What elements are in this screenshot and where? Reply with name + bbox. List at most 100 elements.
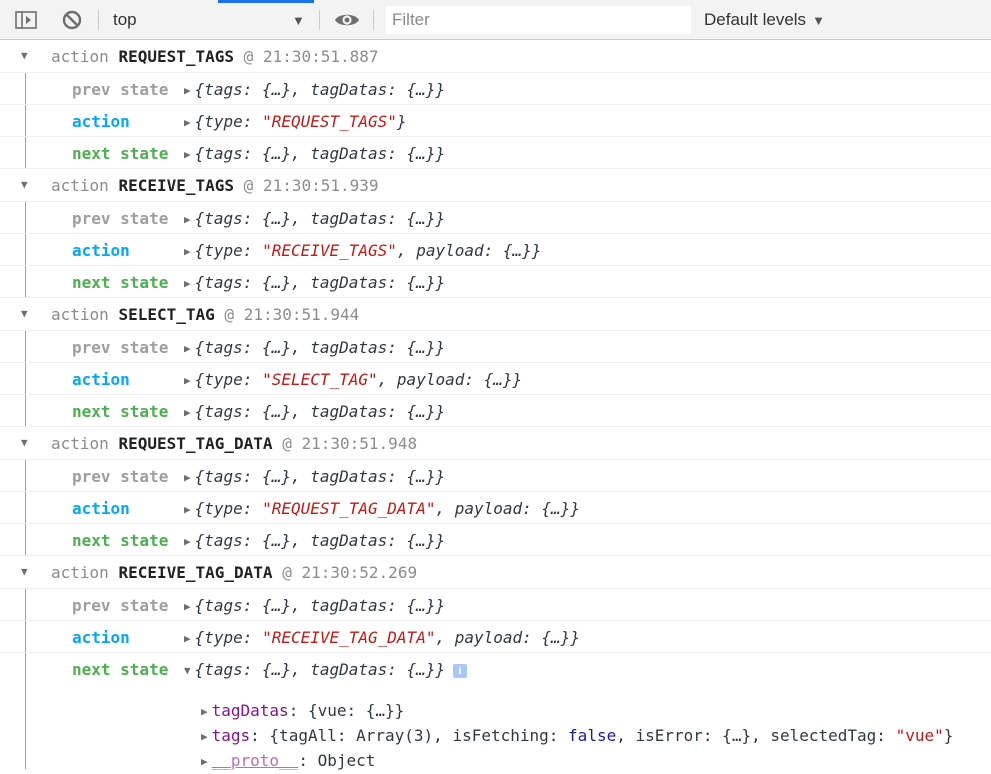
action-type-name: SELECT_TAG xyxy=(118,305,215,324)
prev-state-object[interactable]: ▶ {tags: {…}, tagDatas: {…}} xyxy=(184,596,445,615)
clear-console-button[interactable] xyxy=(61,0,83,40)
action-object[interactable]: ▶ {type: "RECEIVE_TAG_DATA", payload: {…}… xyxy=(184,628,580,647)
next-state-object[interactable]: ▶ {tags: {…}, tagDatas: {…}} xyxy=(184,402,445,421)
next-state-row: next state ▶ {tags: {…}, tagDatas: {…}} xyxy=(0,395,991,427)
action-timestamp: 21:30:51.939 xyxy=(262,176,379,195)
collapse-triangle-icon[interactable]: ▼ xyxy=(21,178,28,191)
collapse-triangle-icon[interactable]: ▼ xyxy=(21,436,28,449)
chevron-down-icon: ▼ xyxy=(812,12,825,28)
next-state-row: next state ▼ {tags: {…}, tagDatas: {…}} i xyxy=(0,653,991,685)
prev-state-label: prev state xyxy=(72,467,169,486)
group-title: action REQUEST_TAGS @ 21:30:51.887 xyxy=(51,47,379,66)
toolbar-divider xyxy=(319,10,320,30)
action-label: action xyxy=(72,499,130,518)
expand-triangle-icon: ▶ xyxy=(184,374,191,387)
action-row: action ▶ {type: "RECEIVE_TAGS", payload: … xyxy=(0,234,991,266)
prev-state-row: prev state ▶ {tags: {…}, tagDatas: {…}} xyxy=(0,202,991,234)
prev-state-object[interactable]: ▶ {tags: {…}, tagDatas: {…}} xyxy=(184,80,445,99)
collapse-triangle-icon[interactable]: ▼ xyxy=(21,307,28,320)
sidebar-toggle-button[interactable] xyxy=(14,0,38,40)
context-selector[interactable]: top xyxy=(113,0,137,40)
prev-state-row: prev state ▶ {tags: {…}, tagDatas: {…}} xyxy=(0,589,991,621)
next-state-label: next state xyxy=(72,531,169,550)
expand-triangle-icon: ▶ xyxy=(184,503,191,516)
log-group-header[interactable]: ▼ action REQUEST_TAG_DATA @ 21:30:51.948 xyxy=(0,427,991,460)
info-icon[interactable]: i xyxy=(453,663,468,678)
expand-triangle-icon: ▶ xyxy=(184,277,191,290)
expand-triangle-icon: ▶ xyxy=(201,730,208,743)
log-group-body: prev state ▶ {tags: {…}, tagDatas: {…}} a… xyxy=(0,331,991,427)
action-timestamp: 21:30:51.948 xyxy=(301,434,418,453)
property-tagdatas[interactable]: ▶ tagDatas: {vue: {…}} xyxy=(201,701,404,724)
prev-state-object[interactable]: ▶ {tags: {…}, tagDatas: {…}} xyxy=(184,338,445,357)
next-state-row: next state ▶ {tags: {…}, tagDatas: {…}} xyxy=(0,137,991,169)
log-group-header[interactable]: ▼ action RECEIVE_TAGS @ 21:30:51.939 xyxy=(0,169,991,202)
action-type-name: RECEIVE_TAGS xyxy=(118,176,235,195)
log-group: ▼ action RECEIVE_TAG_DATA @ 21:30:52.269… xyxy=(0,556,991,770)
log-group-body: prev state ▶ {tags: {…}, tagDatas: {…}} a… xyxy=(0,202,991,298)
log-group-body: prev state ▶ {tags: {…}, tagDatas: {…}} a… xyxy=(0,460,991,556)
group-title: action RECEIVE_TAGS @ 21:30:51.939 xyxy=(51,176,379,195)
log-levels-dropdown[interactable]: Default levels ▼ xyxy=(704,0,825,40)
expand-triangle-icon: ▶ xyxy=(184,84,191,97)
log-group-header[interactable]: ▼ action REQUEST_TAGS @ 21:30:51.887 xyxy=(0,40,991,73)
log-group-header[interactable]: ▼ action SELECT_TAG @ 21:30:51.944 xyxy=(0,298,991,331)
prev-state-label: prev state xyxy=(72,80,169,99)
action-row: action ▶ {type: "SELECT_TAG", payload: {…… xyxy=(0,363,991,395)
action-object[interactable]: ▶ {type: "SELECT_TAG", payload: {…}} xyxy=(184,370,522,389)
filter-input[interactable] xyxy=(386,6,691,34)
action-timestamp: 21:30:51.887 xyxy=(262,47,379,66)
log-group-body: prev state ▶ {tags: {…}, tagDatas: {…}} a… xyxy=(0,73,991,169)
live-expression-button[interactable] xyxy=(334,0,360,40)
action-label: action xyxy=(72,241,130,260)
action-object[interactable]: ▶ {type: "REQUEST_TAG_DATA", payload: {…}… xyxy=(184,499,580,518)
prev-state-row: prev state ▶ {tags: {…}, tagDatas: {…}} xyxy=(0,73,991,105)
group-title: action REQUEST_TAG_DATA @ 21:30:51.948 xyxy=(51,434,418,453)
context-dropdown-arrow[interactable]: ▼ xyxy=(292,0,305,40)
next-state-object[interactable]: ▶ {tags: {…}, tagDatas: {…}} xyxy=(184,531,445,550)
action-label: action xyxy=(72,370,130,389)
prev-state-object[interactable]: ▶ {tags: {…}, tagDatas: {…}} xyxy=(184,467,445,486)
sidebar-toggle-icon xyxy=(15,11,37,29)
property-tags[interactable]: ▶ tags: {tagAll: Array(3), isFetching: fa… xyxy=(201,726,953,749)
log-group: ▼ action REQUEST_TAGS @ 21:30:51.887 pre… xyxy=(0,40,991,169)
action-label: action xyxy=(72,112,130,131)
toolbar-divider xyxy=(98,10,99,30)
expand-triangle-icon: ▶ xyxy=(184,213,191,226)
prev-state-label: prev state xyxy=(72,596,169,615)
next-state-label: next state xyxy=(72,660,169,679)
prev-state-label: prev state xyxy=(72,338,169,357)
prev-state-label: prev state xyxy=(72,209,169,228)
collapse-triangle-icon[interactable]: ▼ xyxy=(21,565,28,578)
group-title: action SELECT_TAG @ 21:30:51.944 xyxy=(51,305,360,324)
expand-triangle-icon: ▶ xyxy=(184,148,191,161)
next-state-object[interactable]: ▶ {tags: {…}, tagDatas: {…}} xyxy=(184,273,445,292)
clear-console-icon xyxy=(62,10,82,30)
collapse-triangle-icon[interactable]: ▼ xyxy=(21,49,28,62)
expand-triangle-icon: ▶ xyxy=(201,755,208,768)
action-row: action ▶ {type: "REQUEST_TAGS"} xyxy=(0,105,991,137)
log-group-header[interactable]: ▼ action RECEIVE_TAG_DATA @ 21:30:52.269 xyxy=(0,556,991,589)
next-state-label: next state xyxy=(72,273,169,292)
collapse-triangle-icon: ▼ xyxy=(184,664,191,677)
action-type-name: REQUEST_TAG_DATA xyxy=(118,434,273,453)
property-proto[interactable]: ▶ __proto__: Object xyxy=(201,751,375,774)
toolbar-divider xyxy=(373,10,374,30)
next-state-object[interactable]: ▶ {tags: {…}, tagDatas: {…}} xyxy=(184,144,445,163)
console-toolbar: top ▼ Default levels ▼ xyxy=(0,0,991,40)
action-object[interactable]: ▶ {type: "REQUEST_TAGS"} xyxy=(184,112,407,131)
expand-triangle-icon: ▶ xyxy=(184,632,191,645)
next-state-object[interactable]: ▼ {tags: {…}, tagDatas: {…}} i xyxy=(184,660,468,679)
context-selector-label: top xyxy=(113,10,137,29)
next-state-label: next state xyxy=(72,144,169,163)
log-group: ▼ action RECEIVE_TAGS @ 21:30:51.939 pre… xyxy=(0,169,991,298)
prev-state-row: prev state ▶ {tags: {…}, tagDatas: {…}} xyxy=(0,331,991,363)
prev-state-object[interactable]: ▶ {tags: {…}, tagDatas: {…}} xyxy=(184,209,445,228)
console-messages: ▼ action REQUEST_TAGS @ 21:30:51.887 pre… xyxy=(0,40,991,770)
eye-icon xyxy=(335,14,359,26)
action-object[interactable]: ▶ {type: "RECEIVE_TAGS", payload: {…}} xyxy=(184,241,541,260)
log-group: ▼ action REQUEST_TAG_DATA @ 21:30:51.948… xyxy=(0,427,991,556)
action-type-name: REQUEST_TAGS xyxy=(118,47,235,66)
next-state-row: next state ▶ {tags: {…}, tagDatas: {…}} xyxy=(0,524,991,556)
action-row: action ▶ {type: "RECEIVE_TAG_DATA", paylo… xyxy=(0,621,991,653)
